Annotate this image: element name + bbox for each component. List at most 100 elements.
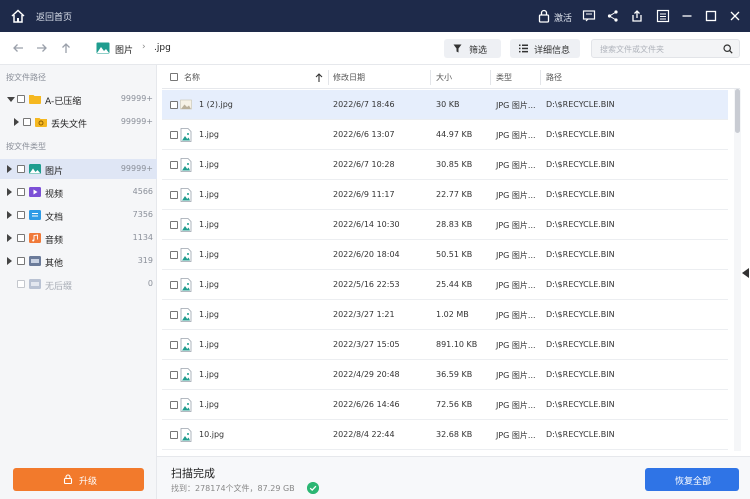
home-icon[interactable] [10,8,26,24]
checkbox[interactable] [17,234,25,242]
sidebar-item-label: 无后缀 [45,282,73,292]
row-checkbox[interactable] [170,221,178,229]
table-row[interactable]: 1.jpg 2022/6/26 14:46 72.56 KB JPG 图片... D:\… [162,390,728,420]
file-size: 36.59 KB [436,370,473,379]
column-type[interactable]: 类型 [496,72,512,83]
minimize-icon[interactable] [680,9,694,23]
preview-panel-toggle-icon[interactable] [742,268,749,278]
row-checkbox[interactable] [170,311,178,319]
column-divider[interactable] [328,70,329,85]
sidebar-item-documents[interactable]: 文档 7356 [0,205,157,225]
upgrade-button[interactable]: 升级 [13,468,144,491]
checkbox [17,280,25,288]
lock-icon[interactable] [537,9,551,23]
row-checkbox[interactable] [170,161,178,169]
table-row[interactable]: 1.jpg 2022/5/16 22:53 25.44 KB JPG 图片... D:\… [162,270,728,300]
jpg-file-icon [180,428,192,442]
row-checkbox[interactable] [170,251,178,259]
checkbox[interactable] [23,118,31,126]
column-divider[interactable] [490,70,491,85]
breadcrumb-jpg[interactable]: .jpg [154,43,171,53]
forward-arrow-icon[interactable] [35,41,49,55]
back-arrow-icon[interactable] [11,41,25,55]
checkbox[interactable] [17,211,25,219]
sidebar-item-audio[interactable]: 音频 1134 [0,228,157,248]
activate-link[interactable]: 激活 [554,11,572,24]
up-arrow-icon[interactable] [59,41,73,55]
vertical-scrollbar[interactable] [734,89,741,451]
recover-all-button[interactable]: 恢复全部 [645,468,739,491]
table-row[interactable]: 1 (2).jpg 2022/6/7 18:46 30 KB JPG 图片... D:\… [162,90,728,120]
column-name[interactable]: 名称 [184,72,200,83]
expand-arrow-icon[interactable] [7,257,12,265]
expand-arrow-icon[interactable] [14,118,19,126]
close-icon[interactable] [728,9,742,23]
other-files-icon [29,256,41,266]
table-row[interactable]: 1.jpg 2022/6/7 10:28 30.85 KB JPG 图片... D:\$… [162,150,728,180]
table-row[interactable]: 1.jpg 2022/6/9 11:17 22.77 KB JPG 图片... D:\$… [162,180,728,210]
sidebar-item-videos[interactable]: 视频 4566 [0,182,157,202]
export-icon[interactable] [630,9,644,23]
column-date[interactable]: 修改日期 [333,72,365,83]
checkbox[interactable] [17,95,25,103]
sidebar-item-lost-files[interactable]: 丢失文件 99999+ [0,112,157,132]
share-icon[interactable] [606,9,620,23]
checkbox[interactable] [17,188,25,196]
checkbox[interactable] [17,257,25,265]
details-button[interactable]: 详细信息 [510,39,580,58]
table-row[interactable]: 1.jpg 2022/6/20 18:04 50.51 KB JPG 图片... D:\… [162,240,728,270]
expand-arrow-icon[interactable] [7,234,12,242]
expand-arrow-icon[interactable] [7,211,12,219]
sidebar-item-other[interactable]: 其他 319 [0,251,157,271]
select-all-checkbox[interactable] [170,73,178,81]
details-label: 详细信息 [534,46,571,56]
row-checkbox[interactable] [170,401,178,409]
sidebar-item-images[interactable]: 图片 99999+ [0,159,157,179]
table-row[interactable]: 1.jpg 2022/4/29 20:48 36.59 KB JPG 图片... D:\… [162,360,728,390]
scrollbar-thumb[interactable] [735,89,740,133]
collapse-arrow-icon[interactable] [7,97,15,102]
checkbox[interactable] [17,165,25,173]
maximize-icon[interactable] [704,9,718,23]
row-checkbox[interactable] [170,431,178,439]
file-name: 1.jpg [199,130,220,139]
row-checkbox[interactable] [170,191,178,199]
sidebar-item-count: 1134 [132,233,153,242]
sidebar-item-compressed[interactable]: A-已压缩 99999+ [0,89,157,109]
table-row[interactable]: 1.jpg 2022/3/27 1:21 1.02 MB JPG 图片... D:\$R… [162,300,728,330]
expand-arrow-icon[interactable] [7,188,12,196]
back-home-link[interactable]: 返回首页 [36,10,72,23]
filter-button[interactable]: 筛选 [444,39,501,58]
sort-up-arrow-icon[interactable] [315,73,323,83]
search-icon[interactable] [723,44,733,54]
row-checkbox[interactable] [170,131,178,139]
file-type: JPG 图片... [496,371,536,380]
file-size: 25.44 KB [436,280,473,289]
row-checkbox[interactable] [170,341,178,349]
image-folder-icon [96,42,110,54]
expand-arrow-icon[interactable] [7,165,12,173]
table-row[interactable]: 1.jpg 2022/6/6 13:07 44.97 KB JPG 图片... D:\$… [162,120,728,150]
check-circle-icon [307,482,319,494]
column-divider[interactable] [540,70,541,85]
table-row[interactable]: 1.jpg 2022/6/14 10:30 28.83 KB JPG 图片... D:\… [162,210,728,240]
table-row[interactable]: 10.jpg 2022/8/4 22:44 32.68 KB JPG 图片... D:\… [162,420,728,450]
file-name: 1.jpg [199,220,220,229]
sidebar-item-label: A-已压缩 [45,97,82,107]
search-input[interactable]: 搜索文件或文件夹 [591,39,740,58]
column-path[interactable]: 路径 [546,72,562,83]
file-size: 72.56 KB [436,400,473,409]
column-size[interactable]: 大小 [436,72,452,83]
column-divider[interactable] [430,70,431,85]
sidebar-item-label: 图片 [45,167,64,177]
message-icon[interactable] [582,9,596,23]
file-path: D:\$RECYCLE.BIN [546,340,615,349]
row-checkbox[interactable] [170,281,178,289]
breadcrumb-images[interactable]: 图片 [115,43,133,56]
file-size: 22.77 KB [436,190,473,199]
menu-icon[interactable] [656,9,670,23]
row-checkbox[interactable] [170,371,178,379]
table-row[interactable]: 1.jpg 2022/3/27 15:05 891.10 KB JPG 图片... D:… [162,330,728,360]
row-checkbox[interactable] [170,101,178,109]
file-name: 10.jpg [199,430,225,439]
